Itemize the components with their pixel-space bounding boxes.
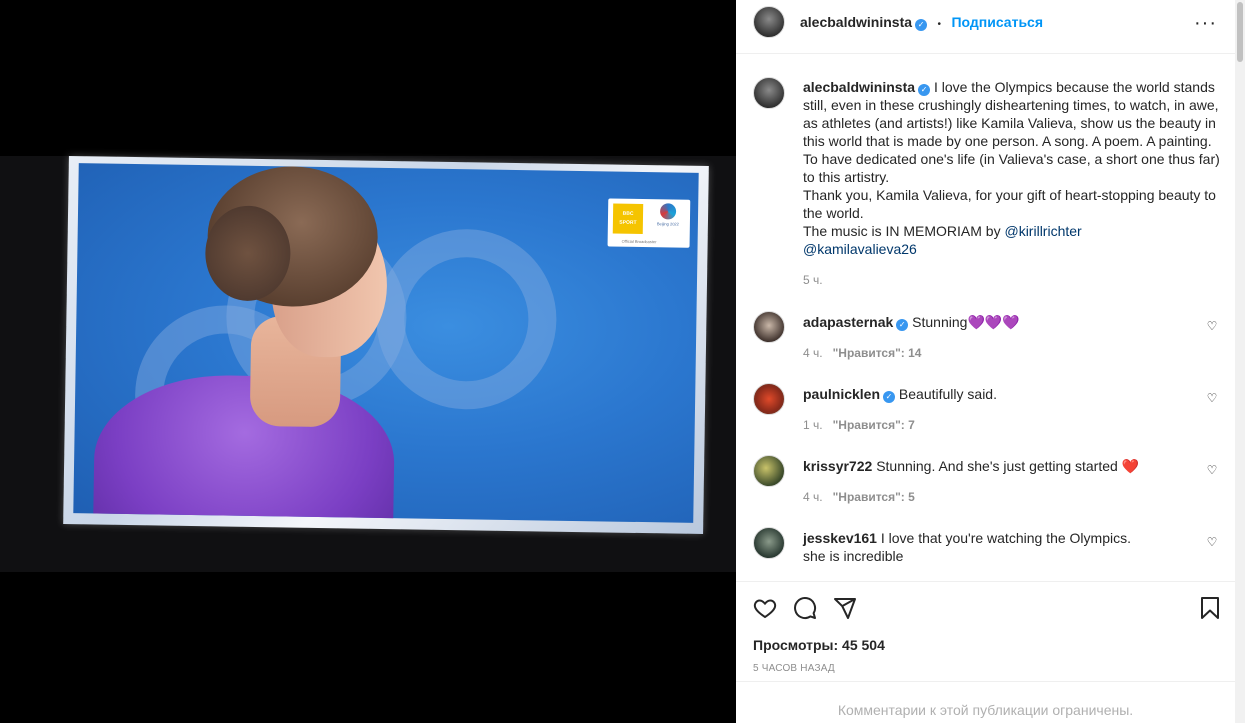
- broadcaster-label: Official Broadcaster: [621, 238, 657, 245]
- comment-likes-count[interactable]: "Нравится": 5: [833, 490, 915, 504]
- caption-line: The music is IN MEMORIAM by: [803, 223, 1001, 239]
- post-sidebar: alecbaldwininsta ✓ • Подписаться ··· alec…: [736, 0, 1235, 723]
- page-scrollbar[interactable]: [1235, 0, 1245, 723]
- post-header: alecbaldwininsta ✓ • Подписаться ···: [736, 0, 1235, 54]
- caption-line: the world.: [803, 205, 864, 221]
- comment-bubble-icon[interactable]: [793, 596, 817, 620]
- like-comment-icon[interactable]: ♡: [1206, 464, 1218, 476]
- caption-username[interactable]: alecbaldwininsta: [803, 79, 915, 95]
- caption-line: as athletes (and artists!) like Kamila V…: [803, 115, 1216, 131]
- caption-timestamp[interactable]: 5 ч.: [803, 273, 823, 287]
- comment-likes-count[interactable]: "Нравится": 7: [833, 418, 915, 432]
- verified-badge-icon: ✓: [896, 319, 909, 331]
- comment-meta: 4 ч. "Нравится": 5: [803, 490, 915, 504]
- comment-username[interactable]: paulnicklen: [803, 386, 880, 402]
- tv-screen: BBC SPORT Beijing 2022 Official Broadcas…: [73, 163, 699, 523]
- action-bar: [736, 581, 1235, 582]
- bookmark-icon[interactable]: [1198, 596, 1222, 620]
- comment-body: paulnicklen ✓ Beautifully said.: [803, 385, 1223, 403]
- views-count[interactable]: Просмотры: 45 504: [753, 637, 885, 653]
- like-comment-icon[interactable]: ♡: [1206, 536, 1218, 548]
- comment-avatar[interactable]: [753, 383, 785, 415]
- verified-badge-icon: ✓: [915, 19, 928, 31]
- games-label: Beijing 2022: [656, 221, 679, 227]
- comment-body: adapasternak ✓ Stunning💜💜💜: [803, 313, 1223, 331]
- like-comment-icon[interactable]: ♡: [1206, 392, 1218, 404]
- caption-line: To have dedicated one's life (in Valieva…: [803, 151, 1220, 167]
- scrollbar-thumb[interactable]: [1237, 2, 1243, 62]
- author-avatar[interactable]: [753, 6, 785, 38]
- dot-separator: •: [937, 19, 942, 30]
- mention-link[interactable]: @kirillrichter: [1004, 223, 1081, 239]
- more-options-icon[interactable]: ···: [1194, 12, 1217, 35]
- comment-text: she is incredible: [803, 548, 904, 564]
- caption-text: alecbaldwininsta ✓ I love the Olympics be…: [803, 78, 1223, 258]
- comment-text: Stunning💜💜💜: [912, 314, 1020, 330]
- like-heart-icon[interactable]: [753, 596, 777, 620]
- comment-body: jesskev161 I love that you're watching t…: [803, 529, 1223, 565]
- comment-username[interactable]: jesskev161: [803, 530, 877, 546]
- caption-avatar[interactable]: [753, 77, 785, 109]
- comment-text: Stunning. And she's just getting started…: [876, 458, 1140, 474]
- bbc-logo-text: BBC: [622, 210, 634, 217]
- comment-meta: 4 ч. "Нравится": 14: [803, 346, 921, 360]
- comments-limited-notice: Комментарии к этой публикации ограничены…: [736, 681, 1235, 723]
- comment-text: Beautifully said.: [898, 386, 997, 402]
- comment-timestamp[interactable]: 1 ч.: [803, 418, 823, 432]
- caption-line: I love the Olympics because the world st…: [933, 79, 1215, 95]
- olympic-emblem-icon: [659, 203, 677, 220]
- author-username[interactable]: alecbaldwininsta: [800, 14, 912, 30]
- broadcaster-logo: BBC SPORT Beijing 2022 Official Broadcas…: [607, 198, 691, 248]
- comment-avatar[interactable]: [753, 455, 785, 487]
- beijing-2022-logo: Beijing 2022: [650, 203, 686, 236]
- caption-line: still, even in these crushingly disheart…: [803, 97, 1219, 113]
- comment-timestamp[interactable]: 4 ч.: [803, 490, 823, 504]
- bbc-sport-logo: BBC SPORT: [612, 203, 644, 235]
- olympic-ring-decoration: [374, 227, 558, 411]
- comment-text: I love that you're watching the Olympics…: [880, 530, 1131, 546]
- post-timestamp[interactable]: 5 ЧАСОВ НАЗАД: [753, 663, 835, 674]
- mention-link[interactable]: @kamilavalieva26: [803, 241, 917, 257]
- comment-body: krissyr722 Stunning. And she's just gett…: [803, 457, 1223, 475]
- comment-likes-count[interactable]: "Нравится": 14: [833, 346, 922, 360]
- follow-button[interactable]: Подписаться: [951, 14, 1043, 30]
- comment-username[interactable]: krissyr722: [803, 458, 872, 474]
- comment-meta: 1 ч. "Нравится": 7: [803, 418, 915, 432]
- post-media[interactable]: BBC SPORT Beijing 2022 Official Broadcas…: [0, 0, 736, 723]
- author-line: alecbaldwininsta ✓ • Подписаться: [800, 14, 1043, 32]
- comment-avatar[interactable]: [753, 527, 785, 559]
- comment-username[interactable]: adapasternak: [803, 314, 893, 330]
- caption-line: to this artistry.: [803, 169, 890, 185]
- verified-badge-icon: ✓: [883, 391, 896, 403]
- like-comment-icon[interactable]: ♡: [1206, 320, 1218, 332]
- comment-timestamp[interactable]: 4 ч.: [803, 346, 823, 360]
- sport-logo-text: SPORT: [619, 219, 637, 226]
- share-send-icon[interactable]: [833, 596, 857, 620]
- verified-badge-icon: ✓: [918, 84, 931, 96]
- caption-line: Thank you, Kamila Valieva, for your gift…: [803, 187, 1216, 203]
- comment-avatar[interactable]: [753, 311, 785, 343]
- caption-line: this world that is made by one person. A…: [803, 133, 1212, 149]
